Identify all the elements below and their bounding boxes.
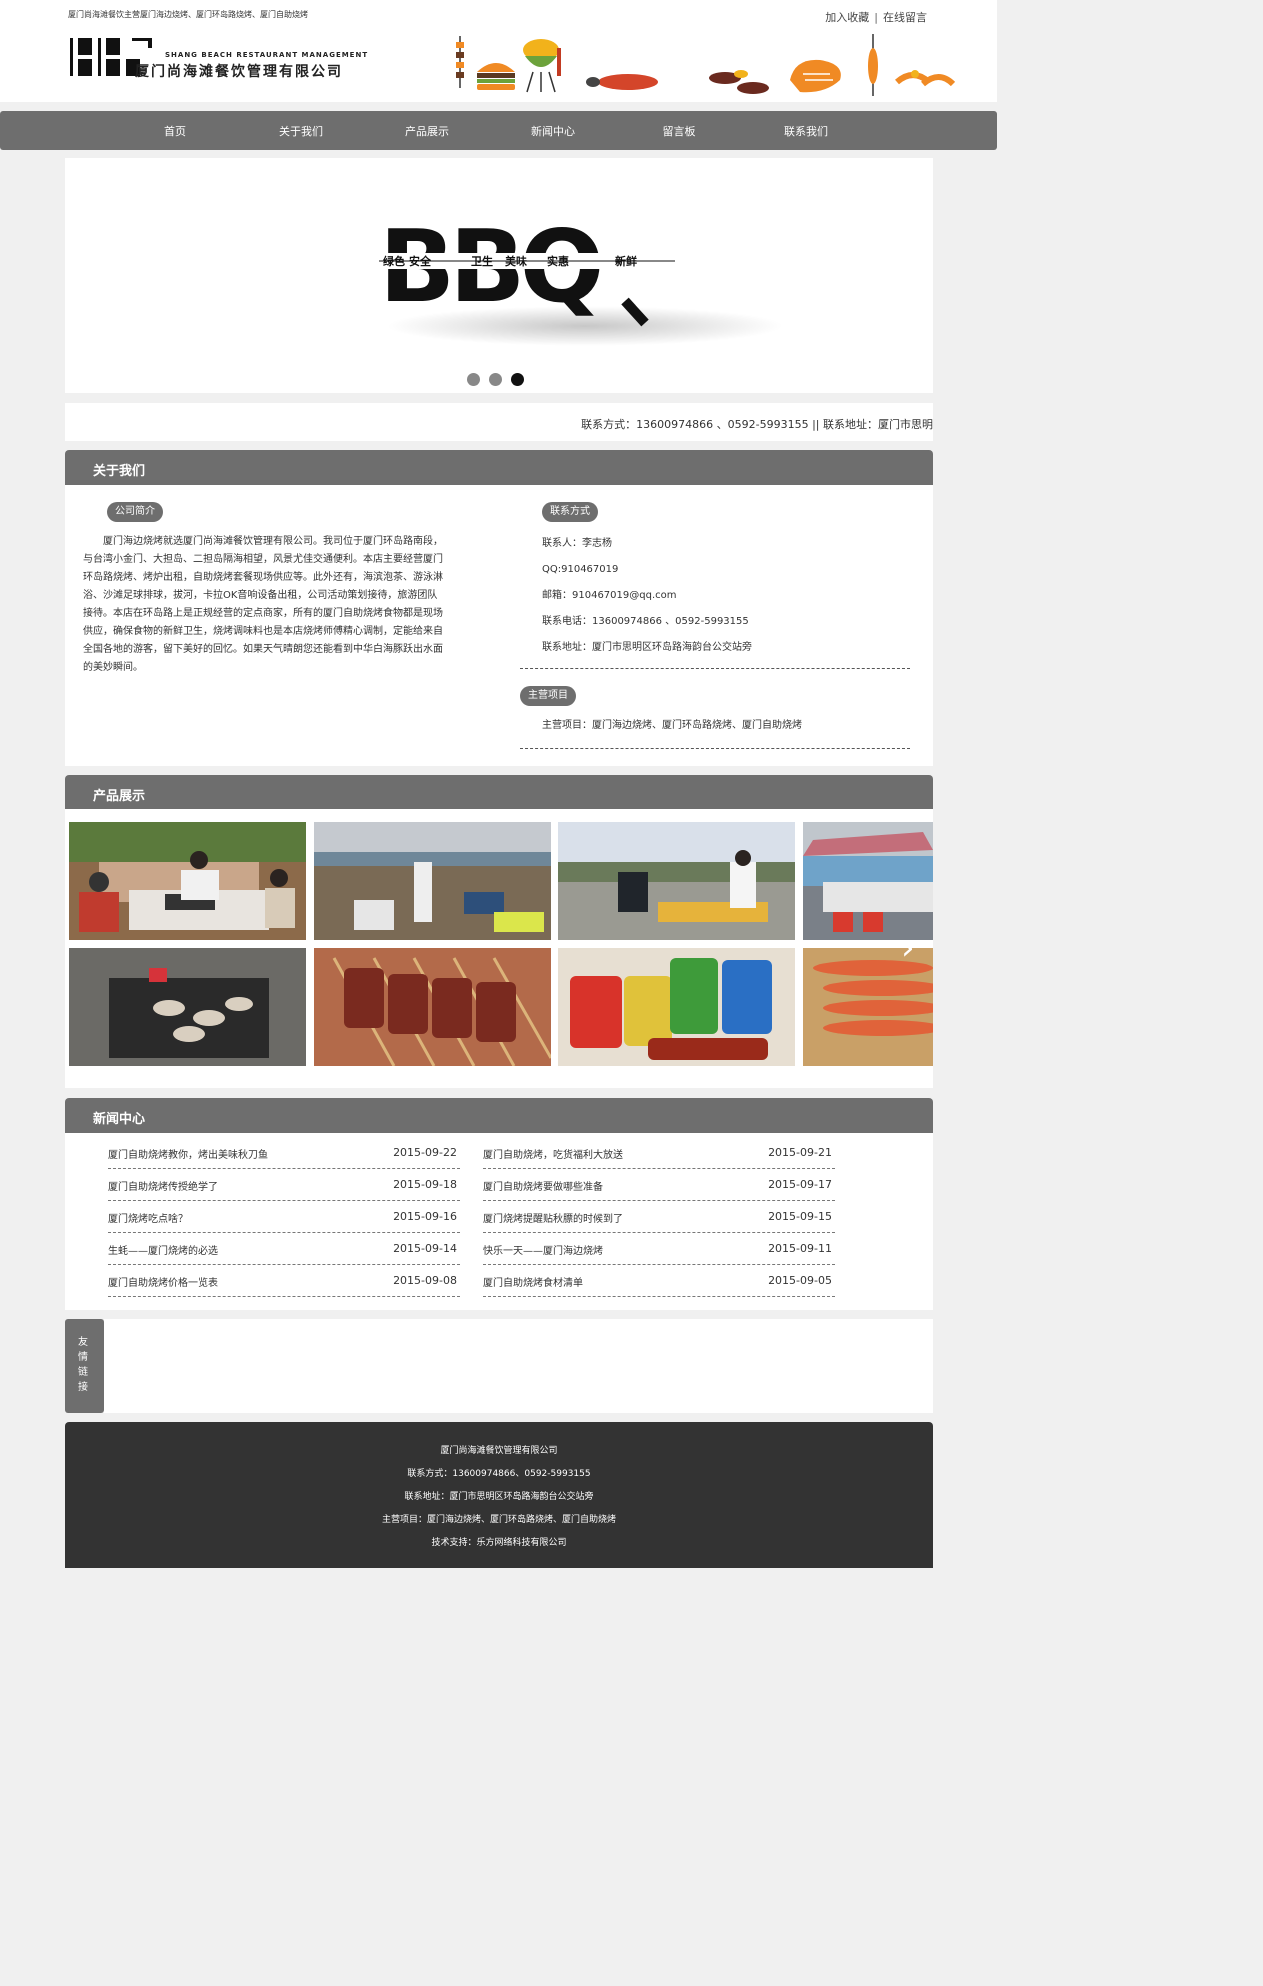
contact-person: 联系人：李志杨: [542, 538, 612, 549]
news-item-title: 厦门自助烧烤教你，烤出美味秋刀鱼: [108, 1150, 268, 1161]
news-item-title: 生蚝——厦门烧烤的必选: [108, 1246, 218, 1257]
nav-guestbook[interactable]: 留言板: [649, 123, 709, 139]
footer-company: 厦门尚海滩餐饮管理有限公司: [440, 1446, 558, 1456]
news-item[interactable]: 厦门烧烤提醒贴秋膘的时候到了 2015-09-15: [483, 1201, 835, 1233]
bbq-food-illustration: [456, 34, 956, 96]
divider: [520, 668, 910, 669]
news-item-title: 厦门自助烧烤食材清单: [483, 1278, 583, 1289]
business-text: 主营项目：厦门海边烧烤、厦门环岛路烧烤、厦门自助烧烤: [542, 720, 802, 731]
nav-news[interactable]: 新闻中心: [523, 123, 583, 139]
banner-word-3: 卫生: [471, 254, 493, 268]
slider-dot[interactable]: [511, 373, 524, 386]
news-header: 新闻中心: [65, 1098, 933, 1133]
news-item[interactable]: 厦门自助烧烤食材清单 2015-09-05: [483, 1265, 835, 1297]
product-photo[interactable]: [558, 822, 795, 940]
news-item[interactable]: 厦门自助烧烤价格一览表 2015-09-08: [108, 1265, 460, 1297]
news-item-date: 2015-09-22: [393, 1146, 457, 1159]
news-item-title: 厦门烧烤提醒贴秋膘的时候到了: [483, 1214, 623, 1225]
product-photo[interactable]: [69, 822, 306, 940]
contact-address: 联系地址：厦门市思明区环岛路海韵台公交站旁: [542, 642, 752, 653]
contact-email: 邮箱：910467019@qq.com: [542, 590, 677, 601]
friend-links-area: [104, 1319, 933, 1413]
news-item-title: 厦门自助烧烤价格一览表: [108, 1278, 218, 1289]
slider-dot[interactable]: [489, 373, 502, 386]
nav-home[interactable]: 首页: [145, 123, 205, 139]
contact-bar-text: 联系方式：13600974866 、0592-5993155 || 联系地址：厦…: [581, 418, 933, 431]
contact-qq: QQ:910467019: [542, 564, 619, 575]
header-links: 加入收藏 | 在线留言: [825, 9, 927, 25]
news-item[interactable]: 快乐一天——厦门海边烧烤 2015-09-11: [483, 1233, 835, 1265]
news-item-date: 2015-09-17: [768, 1178, 832, 1191]
friend-links-label: 友情链接: [78, 1337, 88, 1393]
site-footer: 厦门尚海滩餐饮管理有限公司 联系方式：13600974866、0592-5993…: [65, 1422, 933, 1568]
contact-label: 联系方式: [542, 502, 598, 522]
chevron-right-icon[interactable]: ›: [901, 928, 915, 968]
news-item-title: 厦门自助烧烤，吃货福利大放送: [483, 1150, 623, 1161]
news-item-title: 厦门自助烧烤要做哪些准备: [483, 1182, 603, 1193]
banner-slider[interactable]: BBQ 绿色 安全 卫生 美味 实惠 新鲜: [65, 158, 933, 393]
product-photo[interactable]: [314, 822, 551, 940]
news-item[interactable]: 厦门自助烧烤教你，烤出美味秋刀鱼 2015-09-22: [108, 1137, 460, 1169]
intro-text: 厦门海边烧烤就选厦门尚海滩餐饮管理有限公司。我司位于厦门环岛路南段，与台湾小金门…: [83, 536, 443, 673]
contact-phone: 联系电话：13600974866 、0592-5993155: [542, 616, 749, 627]
about-header: 关于我们: [65, 450, 933, 485]
banner-word-1: 绿色: [383, 254, 405, 268]
banner-word-2: 安全: [409, 254, 432, 268]
intro-label: 公司简介: [107, 502, 163, 522]
friend-links-tab: 友情链接: [65, 1319, 104, 1413]
slider-dots: [467, 371, 533, 390]
about-title: 关于我们: [93, 464, 146, 479]
site-header: 厦门尚海滩餐饮主营厦门海边烧烤、厦门环岛路烧烤、厦门自助烧烤 加入收藏 | 在线留言…: [0, 0, 997, 102]
product-photo[interactable]: [558, 948, 795, 1066]
message-link[interactable]: 在线留言: [883, 11, 927, 24]
products-title: 产品展示: [93, 789, 146, 804]
main-nav: 首页 关于我们 产品展示 新闻中心 留言板 联系我们: [0, 111, 997, 150]
logo-chinese: 厦门尚海滩餐饮管理有限公司: [135, 64, 343, 80]
news-item-date: 2015-09-05: [768, 1274, 832, 1287]
news-item[interactable]: 生蚝——厦门烧烤的必选 2015-09-14: [108, 1233, 460, 1265]
news-item-title: 厦门自助烧烤传授绝学了: [108, 1182, 218, 1193]
banner-word-4: 美味: [505, 254, 527, 268]
footer-support: 技术支持：乐方网络科技有限公司: [431, 1538, 567, 1548]
product-photo[interactable]: [69, 948, 306, 1066]
news-item-date: 2015-09-08: [393, 1274, 457, 1287]
link-separator: |: [874, 11, 878, 24]
slider-dot[interactable]: [467, 373, 480, 386]
logo-english: SHANG BEACH RESTAURANT MANAGEMENT: [165, 51, 369, 59]
news-item[interactable]: 厦门自助烧烤要做哪些准备 2015-09-17: [483, 1169, 835, 1201]
product-photo[interactable]: [803, 822, 933, 940]
contact-list: 联系人：李志杨 QQ:910467019 邮箱：910467019@qq.com…: [542, 531, 752, 661]
news-item[interactable]: 厦门自助烧烤，吃货福利大放送 2015-09-21: [483, 1137, 835, 1169]
news-section: 厦门自助烧烤教你，烤出美味秋刀鱼 2015-09-22 厦门自助烧烤，吃货福利大…: [65, 1133, 933, 1310]
news-title: 新闻中心: [93, 1112, 146, 1127]
bookmark-link[interactable]: 加入收藏: [825, 11, 869, 24]
header-slogan: 厦门尚海滩餐饮主营厦门海边烧烤、厦门环岛路烧烤、厦门自助烧烤: [68, 10, 308, 19]
news-item[interactable]: 厦门自助烧烤传授绝学了 2015-09-18: [108, 1169, 460, 1201]
product-photo[interactable]: [314, 948, 551, 1066]
news-item-title: 厦门烧烤吃点啥？: [108, 1214, 188, 1225]
products-gallery: ›: [65, 809, 933, 1088]
nav-about[interactable]: 关于我们: [271, 123, 331, 139]
footer-address: 联系地址：厦门市思明区环岛路海韵台公交站旁: [404, 1492, 594, 1502]
news-item[interactable]: 厦门烧烤吃点啥？ 2015-09-16: [108, 1201, 460, 1233]
news-item-date: 2015-09-18: [393, 1178, 457, 1191]
contact-bar: 联系方式：13600974866 、0592-5993155 || 联系地址：厦…: [65, 403, 933, 441]
business-label: 主营项目: [520, 686, 576, 706]
news-item-date: 2015-09-16: [393, 1210, 457, 1223]
products-header: 产品展示: [65, 775, 933, 810]
nav-contact[interactable]: 联系我们: [776, 123, 836, 139]
news-item-date: 2015-09-14: [393, 1242, 457, 1255]
banner-word-6: 新鲜: [615, 254, 637, 268]
news-item-title: 快乐一天——厦门海边烧烤: [483, 1246, 603, 1257]
news-item-date: 2015-09-15: [768, 1210, 832, 1223]
footer-contact: 联系方式：13600974866、0592-5993155: [407, 1469, 591, 1479]
nav-products[interactable]: 产品展示: [397, 123, 457, 139]
news-item-date: 2015-09-21: [768, 1146, 832, 1159]
banner-word-5: 实惠: [547, 254, 569, 268]
about-section: 公司简介 厦门海边烧烤就选厦门尚海滩餐饮管理有限公司。我司位于厦门环岛路南段，与…: [65, 485, 933, 766]
news-item-date: 2015-09-11: [768, 1242, 832, 1255]
bbq-banner-logo: BBQ 绿色 安全 卫生 美味 实惠 新鲜: [375, 213, 675, 327]
footer-business: 主营项目：厦门海边烧烤、厦门环岛路烧烤、厦门自助烧烤: [381, 1515, 616, 1525]
divider: [520, 748, 910, 749]
